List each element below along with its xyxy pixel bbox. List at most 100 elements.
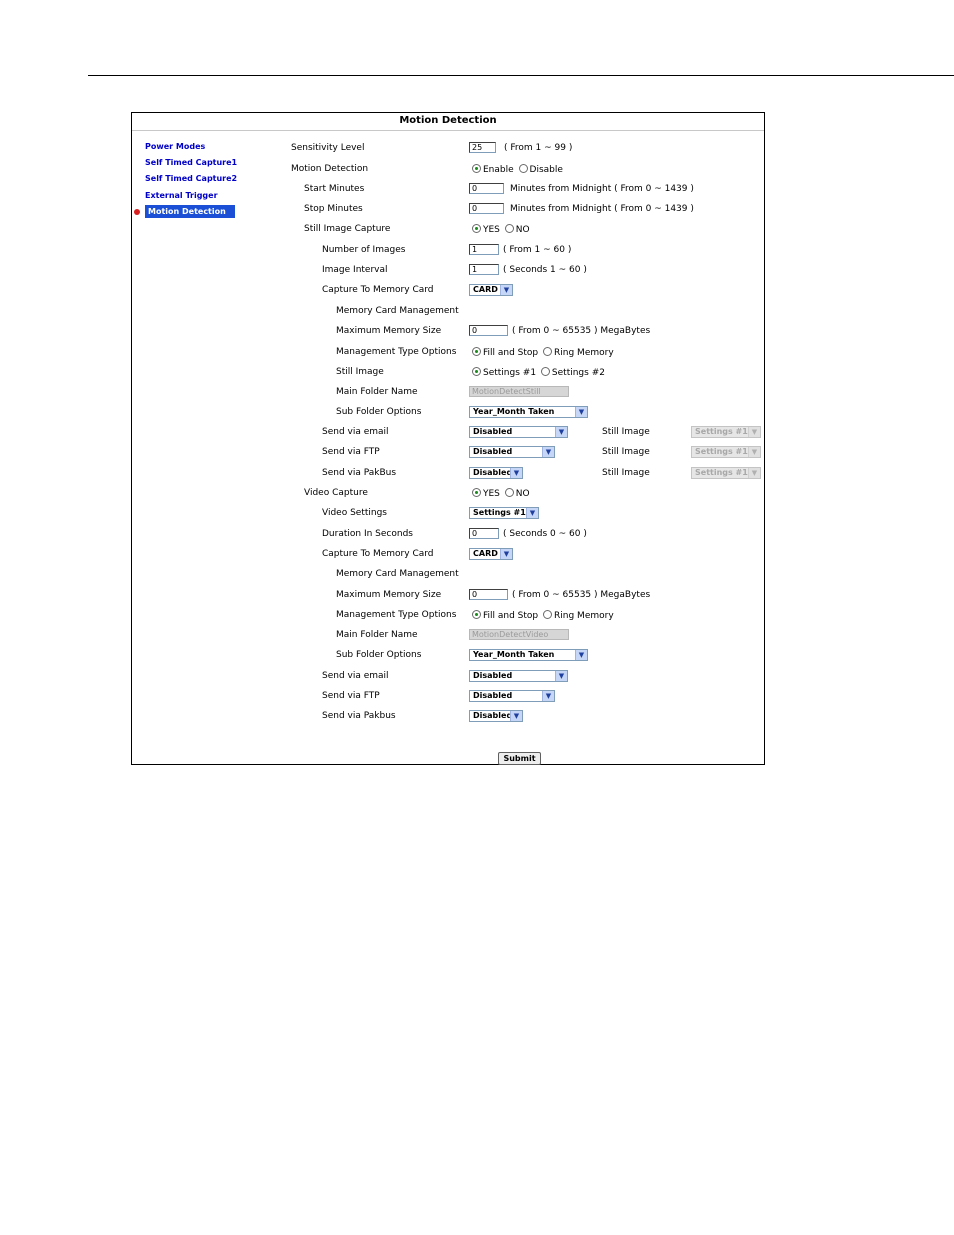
video-mgmt-type-label: Management Type Options — [336, 610, 457, 620]
video-send-ftp-value: Disabled — [473, 691, 513, 700]
still-capture-label: Still Image Capture — [304, 224, 391, 234]
still-send-ftp-label: Send via FTP — [322, 447, 380, 457]
nav-item-motion-detection[interactable]: Motion Detection — [145, 205, 235, 218]
still-settings2-radio[interactable] — [540, 367, 550, 376]
still-capture-card-select[interactable]: CARD ▼ — [469, 284, 513, 296]
still-no-radio[interactable] — [504, 224, 514, 233]
enable-radio-label: Enable — [483, 165, 514, 175]
sensitivity-hint: ( From 1 ~ 99 ) — [504, 143, 573, 153]
num-images-hint: ( From 1 ~ 60 ) — [503, 245, 572, 255]
still-settings1-label: Settings #1 — [483, 368, 537, 378]
nav-item-self-timed-capture2[interactable]: Self Timed Capture2 — [145, 174, 237, 183]
video-send-pakbus-select[interactable]: Disabled ▼ — [469, 710, 523, 722]
panel-title: Motion Detection — [132, 113, 764, 131]
start-minutes-hint: Minutes from Midnight ( From 0 ~ 1439 ) — [510, 184, 694, 194]
video-send-email-select[interactable]: Disabled ▼ — [469, 670, 568, 682]
video-main-folder-input[interactable]: MotionDetectVideo — [469, 629, 569, 640]
still-send-ftp-settings-select[interactable]: Settings #1 ▼ — [691, 446, 761, 458]
video-capture-radio-group: YES NO — [472, 488, 532, 499]
video-capture-card-select[interactable]: CARD ▼ — [469, 548, 513, 560]
duration-input[interactable]: 0 — [469, 528, 499, 539]
chevron-down-icon: ▼ — [555, 671, 567, 681]
still-send-pakbus-settings-select[interactable]: Settings #1 ▼ — [691, 467, 761, 479]
duration-label: Duration In Seconds — [322, 529, 413, 539]
active-bullet-icon — [134, 209, 140, 215]
still-main-folder-input[interactable]: MotionDetectStill — [469, 386, 569, 397]
chevron-down-icon: ▼ — [748, 427, 760, 437]
video-no-radio[interactable] — [504, 488, 514, 497]
num-images-input[interactable]: 1 — [469, 244, 499, 255]
video-fill-stop-radio[interactable] — [472, 610, 481, 619]
video-ring-memory-label: Ring Memory — [554, 611, 614, 621]
chevron-down-icon: ▼ — [555, 427, 567, 437]
still-send-email-value: Disabled — [473, 427, 513, 436]
nav-item-self-timed-capture1[interactable]: Self Timed Capture1 — [145, 158, 237, 167]
still-capture-card-value: CARD — [473, 285, 498, 294]
sensitivity-input[interactable]: 25 — [469, 142, 496, 153]
enable-radio[interactable] — [472, 164, 481, 173]
video-send-ftp-select[interactable]: Disabled ▼ — [469, 690, 555, 702]
video-settings-label: Video Settings — [322, 508, 387, 518]
still-send-pakbus-settings-value: Settings #1 — [695, 468, 748, 477]
chevron-down-icon: ▼ — [575, 650, 587, 660]
nav-item-power-modes[interactable]: Power Modes — [145, 142, 205, 151]
chevron-down-icon: ▼ — [526, 508, 538, 518]
still-mgmt-type-label: Management Type Options — [336, 347, 457, 357]
sensitivity-label: Sensitivity Level — [291, 143, 365, 153]
still-send-pakbus-side-label: Still Image — [602, 468, 650, 478]
still-send-ftp-select[interactable]: Disabled ▼ — [469, 446, 555, 458]
motion-detection-label: Motion Detection — [291, 164, 369, 174]
chevron-down-icon: ▼ — [748, 468, 760, 478]
still-send-ftp-settings-value: Settings #1 — [695, 447, 748, 456]
video-settings-select[interactable]: Settings #1 ▼ — [469, 507, 539, 519]
still-sub-folder-select[interactable]: Year_Month Taken ▼ — [469, 406, 588, 418]
still-send-email-settings-select[interactable]: Settings #1 ▼ — [691, 426, 761, 438]
chevron-down-icon: ▼ — [500, 285, 512, 295]
video-yes-label: YES — [483, 489, 500, 499]
still-ring-memory-label: Ring Memory — [554, 348, 614, 358]
chevron-down-icon: ▼ — [542, 447, 554, 457]
video-sub-folder-value: Year_Month Taken — [473, 650, 555, 659]
stop-minutes-input[interactable]: 0 — [469, 203, 504, 214]
still-fill-stop-radio[interactable] — [472, 347, 481, 356]
video-ring-memory-radio[interactable] — [543, 610, 553, 619]
still-ring-memory-radio[interactable] — [543, 347, 553, 356]
still-yes-radio[interactable] — [472, 224, 481, 233]
image-interval-input[interactable]: 1 — [469, 264, 499, 275]
video-mem-mgmt-label: Memory Card Management — [336, 569, 459, 579]
still-max-mem-hint: ( From 0 ~ 65535 ) MegaBytes — [512, 326, 651, 336]
video-max-mem-label: Maximum Memory Size — [336, 590, 442, 600]
still-image-label: Still Image — [336, 367, 384, 377]
disable-radio-label: Disable — [529, 165, 563, 175]
still-sub-folder-label: Sub Folder Options — [336, 407, 422, 417]
motion-detection-panel: Motion Detection Power Modes Self Timed … — [131, 112, 765, 765]
disable-radio[interactable] — [518, 164, 528, 173]
video-yes-radio[interactable] — [472, 488, 481, 497]
image-interval-hint: ( Seconds 1 ~ 60 ) — [503, 265, 587, 275]
chevron-down-icon: ▼ — [510, 711, 522, 721]
still-no-label: NO — [515, 225, 530, 235]
still-send-email-select[interactable]: Disabled ▼ — [469, 426, 568, 438]
submit-button[interactable]: Submit — [498, 752, 541, 765]
stop-minutes-label: Stop Minutes — [304, 204, 363, 214]
still-max-mem-input[interactable]: 0 — [469, 325, 508, 336]
nav-item-external-trigger[interactable]: External Trigger — [145, 191, 218, 200]
start-minutes-input[interactable]: 0 — [469, 183, 504, 194]
video-capture-card-label: Capture To Memory Card — [322, 549, 434, 559]
still-capture-radio-group: YES NO — [472, 224, 532, 235]
still-send-ftp-value: Disabled — [473, 447, 513, 456]
still-send-pakbus-label: Send via PakBus — [322, 468, 397, 478]
still-fill-stop-label: Fill and Stop — [483, 348, 539, 358]
chevron-down-icon: ▼ — [510, 468, 522, 478]
chevron-down-icon: ▼ — [575, 407, 587, 417]
still-settings1-radio[interactable] — [472, 367, 481, 376]
video-sub-folder-select[interactable]: Year_Month Taken ▼ — [469, 649, 588, 661]
video-mgmt-type-radio-group: Fill and Stop Ring Memory — [472, 610, 616, 621]
image-interval-label: Image Interval — [322, 265, 388, 275]
video-max-mem-hint: ( From 0 ~ 65535 ) MegaBytes — [512, 590, 651, 600]
video-max-mem-input[interactable]: 0 — [469, 589, 508, 600]
still-send-pakbus-select[interactable]: Disabled ▼ — [469, 467, 523, 479]
chevron-down-icon: ▼ — [748, 447, 760, 457]
still-send-email-settings-value: Settings #1 — [695, 427, 748, 436]
num-images-label: Number of Images — [322, 245, 406, 255]
